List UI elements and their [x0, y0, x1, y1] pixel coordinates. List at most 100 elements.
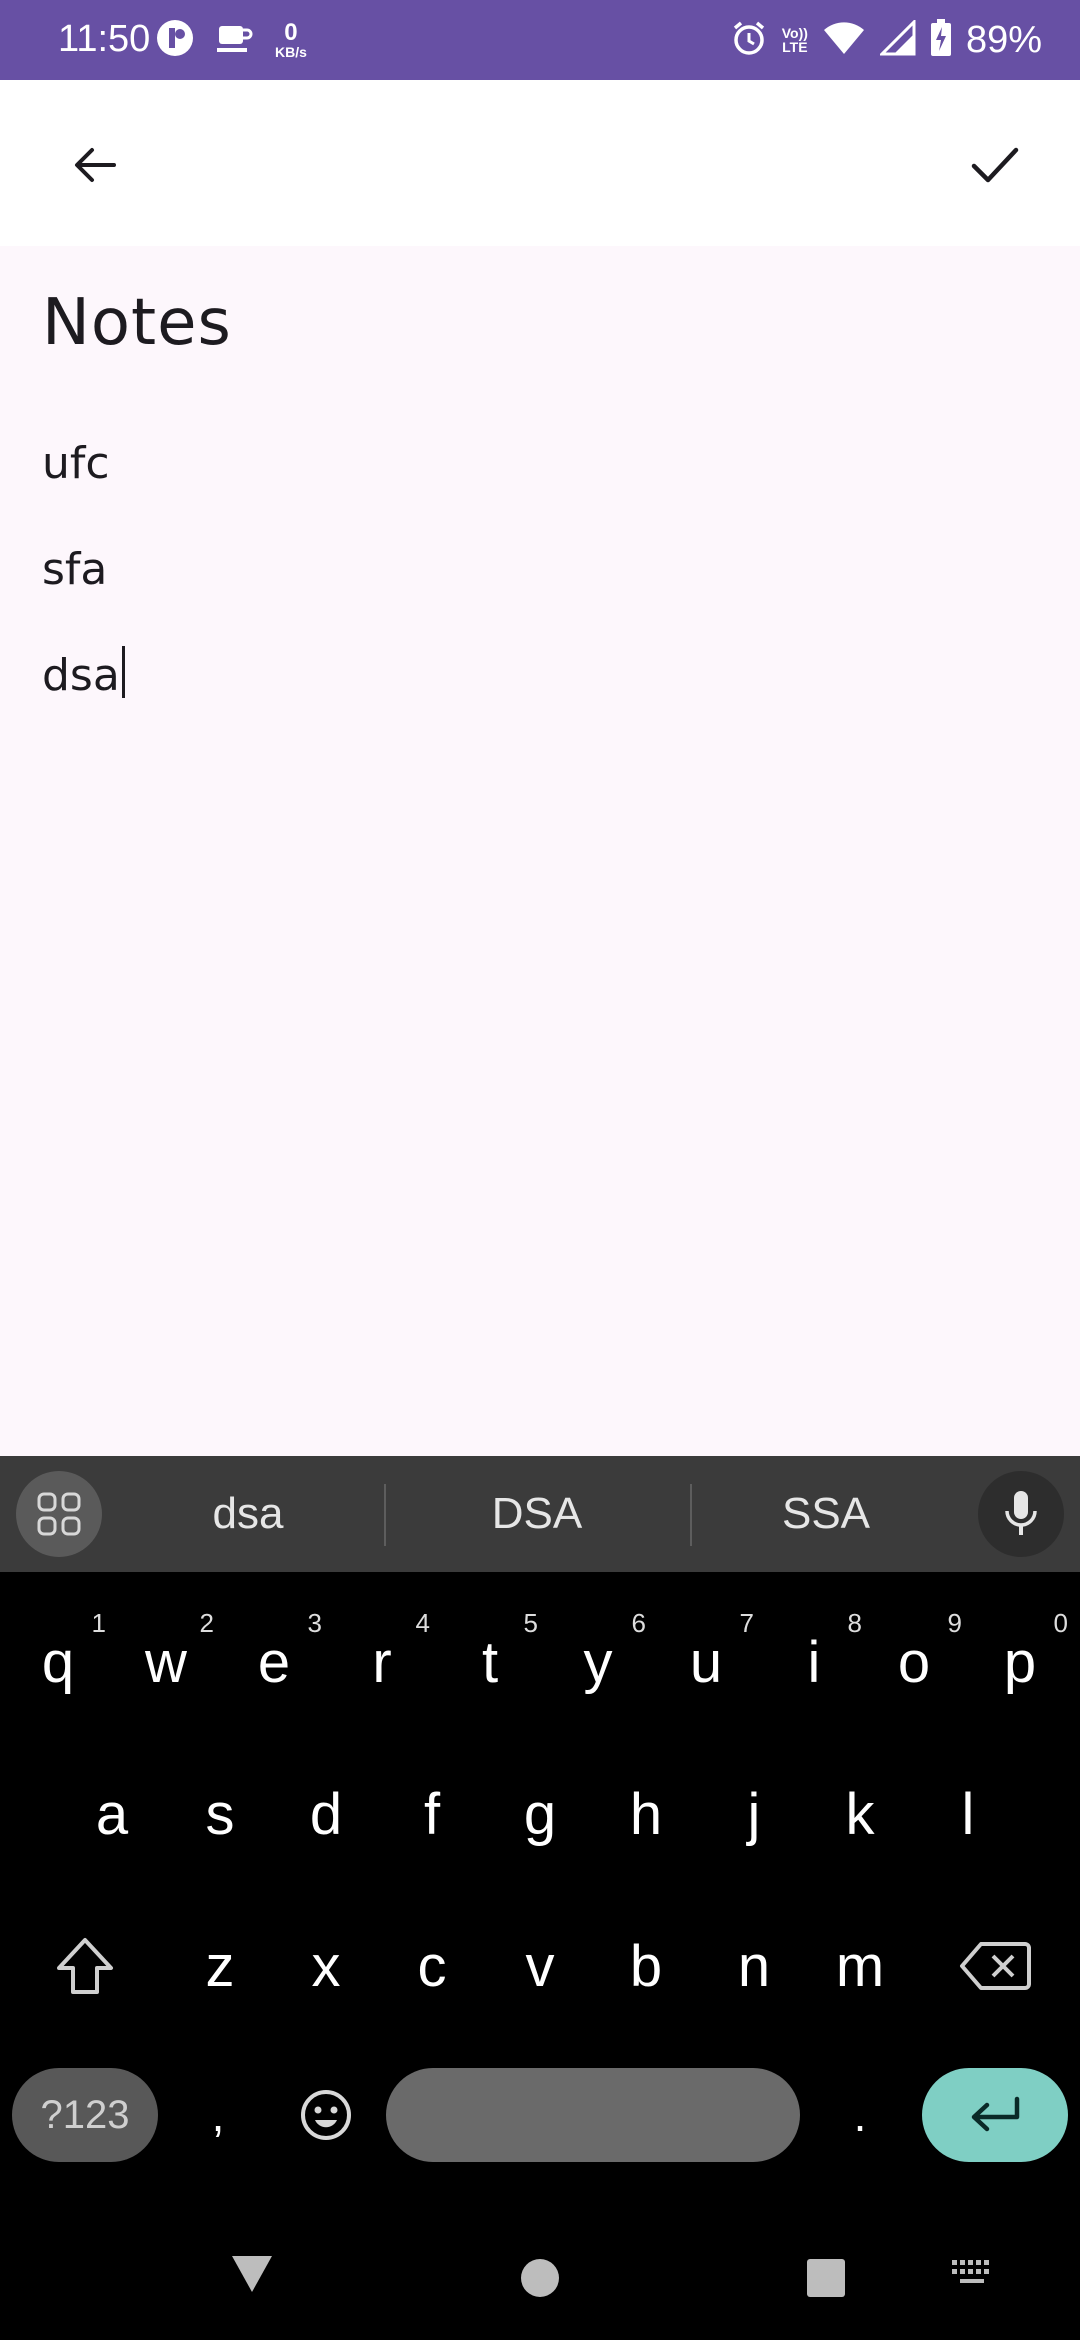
volte-label-top: Vo))	[781, 25, 808, 41]
recents-square-icon[interactable]	[804, 2256, 848, 2300]
grid-icon	[37, 1492, 81, 1536]
key-hint: 0	[1053, 1608, 1068, 1638]
key-h[interactable]: h	[592, 1764, 700, 1864]
key-j[interactable]: j	[700, 1764, 808, 1864]
comma-key[interactable]: ,	[170, 2068, 266, 2162]
note-body-input[interactable]: ufc sfa dsa	[42, 434, 125, 752]
note-line: sfa	[42, 544, 108, 595]
status-bar: 11:50 0 KB/s Vo)) LTE 89%	[0, 0, 1080, 80]
coffee-icon	[215, 20, 255, 60]
keyboard: q1 w2 e3 r4 t5 y6 u7 i8 o9 p0 a s d f g …	[0, 1572, 1080, 2192]
key-hint: 4	[415, 1608, 430, 1638]
key-hint: 3	[307, 1608, 322, 1638]
back-triangle-icon[interactable]	[228, 2254, 276, 2294]
key-hint: 2	[199, 1608, 214, 1638]
divider	[384, 1484, 386, 1546]
symbols-key[interactable]: ?123	[12, 2068, 158, 2162]
save-button[interactable]	[950, 120, 1040, 210]
emoji-key[interactable]	[278, 2068, 374, 2162]
key-r[interactable]: r4	[328, 1608, 436, 1712]
space-key[interactable]	[386, 2068, 800, 2162]
key-hint: 7	[739, 1608, 754, 1638]
microphone-icon	[1005, 1491, 1037, 1535]
key-i[interactable]: i8	[760, 1608, 868, 1712]
keyboard-icon[interactable]	[950, 2258, 994, 2292]
status-left-icons: 0 KB/s	[155, 18, 307, 62]
key-hint: 9	[947, 1608, 962, 1638]
key-label: r	[372, 1629, 392, 1695]
key-t[interactable]: t5	[436, 1608, 544, 1712]
network-speed-unit: KB/s	[275, 44, 307, 60]
text-cursor	[121, 646, 125, 698]
suggestion-1[interactable]: dsa	[130, 1456, 366, 1572]
status-time: 11:50	[58, 18, 151, 60]
key-n[interactable]: n	[700, 1916, 808, 2016]
keyboard-suggestion-bar: dsa DSA SSA	[0, 1456, 1080, 1572]
back-button[interactable]	[50, 120, 140, 210]
arrow-left-icon	[75, 148, 116, 182]
note-line: ufc	[42, 438, 110, 489]
battery-percent: 89%	[965, 18, 1042, 61]
voice-input-button[interactable]	[978, 1471, 1064, 1557]
key-g[interactable]: g	[486, 1764, 594, 1864]
note-line-current: dsa	[42, 646, 125, 752]
key-v[interactable]: v	[486, 1916, 594, 2016]
key-c[interactable]: c	[378, 1916, 486, 2016]
enter-key[interactable]	[922, 2068, 1068, 2162]
key-u[interactable]: u7	[652, 1608, 760, 1712]
key-hint: 5	[523, 1608, 538, 1638]
navigation-bar	[0, 2192, 1080, 2340]
alarm-icon	[730, 19, 768, 61]
key-f[interactable]: f	[378, 1764, 486, 1864]
volte-label-bottom: LTE	[782, 39, 808, 55]
battery-charging-icon	[930, 19, 952, 61]
key-x[interactable]: x	[272, 1916, 380, 2016]
suggestion-3[interactable]: SSA	[708, 1456, 944, 1572]
key-label: i	[807, 1629, 821, 1695]
signal-icon	[878, 18, 916, 60]
key-d[interactable]: d	[272, 1764, 380, 1864]
key-b[interactable]: b	[592, 1916, 700, 2016]
key-label: t	[481, 1629, 499, 1695]
key-k[interactable]: k	[806, 1764, 914, 1864]
app-icon	[155, 18, 195, 62]
key-hint: 6	[631, 1608, 646, 1638]
key-label: q	[41, 1629, 75, 1695]
key-p[interactable]: p0	[966, 1608, 1074, 1712]
key-s[interactable]: s	[166, 1764, 274, 1864]
note-editor[interactable]: Notes ufc sfa dsa	[0, 246, 1080, 1456]
enter-icon	[971, 2096, 1020, 2132]
key-label: y	[583, 1629, 613, 1695]
period-key[interactable]: .	[812, 2068, 908, 2162]
key-y[interactable]: y6	[544, 1608, 652, 1712]
key-hint: 1	[91, 1608, 106, 1638]
key-label: o	[897, 1629, 931, 1695]
backspace-icon	[960, 1942, 1031, 1990]
network-speed: 0 KB/s	[275, 19, 307, 60]
key-z[interactable]: z	[166, 1916, 274, 2016]
key-label: u	[689, 1629, 723, 1695]
key-a[interactable]: a	[58, 1764, 166, 1864]
note-line-text: dsa	[42, 650, 120, 701]
wifi-icon	[822, 20, 866, 60]
volte-icon: Vo)) LTE	[782, 26, 808, 54]
key-o[interactable]: o9	[860, 1608, 968, 1712]
suggestion-2[interactable]: DSA	[402, 1456, 672, 1572]
key-e[interactable]: e3	[220, 1608, 328, 1712]
emoji-icon	[301, 2090, 351, 2140]
shift-key[interactable]	[30, 1916, 140, 2016]
keyboard-menu-button[interactable]	[16, 1471, 102, 1557]
check-icon	[971, 147, 1019, 183]
key-l[interactable]: l	[914, 1764, 1022, 1864]
key-label: p	[1003, 1629, 1037, 1695]
backspace-key[interactable]	[940, 1916, 1050, 2016]
key-m[interactable]: m	[806, 1916, 914, 2016]
key-label: w	[145, 1629, 187, 1695]
network-speed-value: 0	[284, 19, 298, 46]
key-q[interactable]: q1	[4, 1608, 112, 1712]
note-title[interactable]: Notes	[42, 286, 232, 360]
key-w[interactable]: w2	[112, 1608, 220, 1712]
home-circle-icon[interactable]	[518, 2256, 562, 2300]
key-label: e	[257, 1629, 291, 1695]
divider	[690, 1484, 692, 1546]
